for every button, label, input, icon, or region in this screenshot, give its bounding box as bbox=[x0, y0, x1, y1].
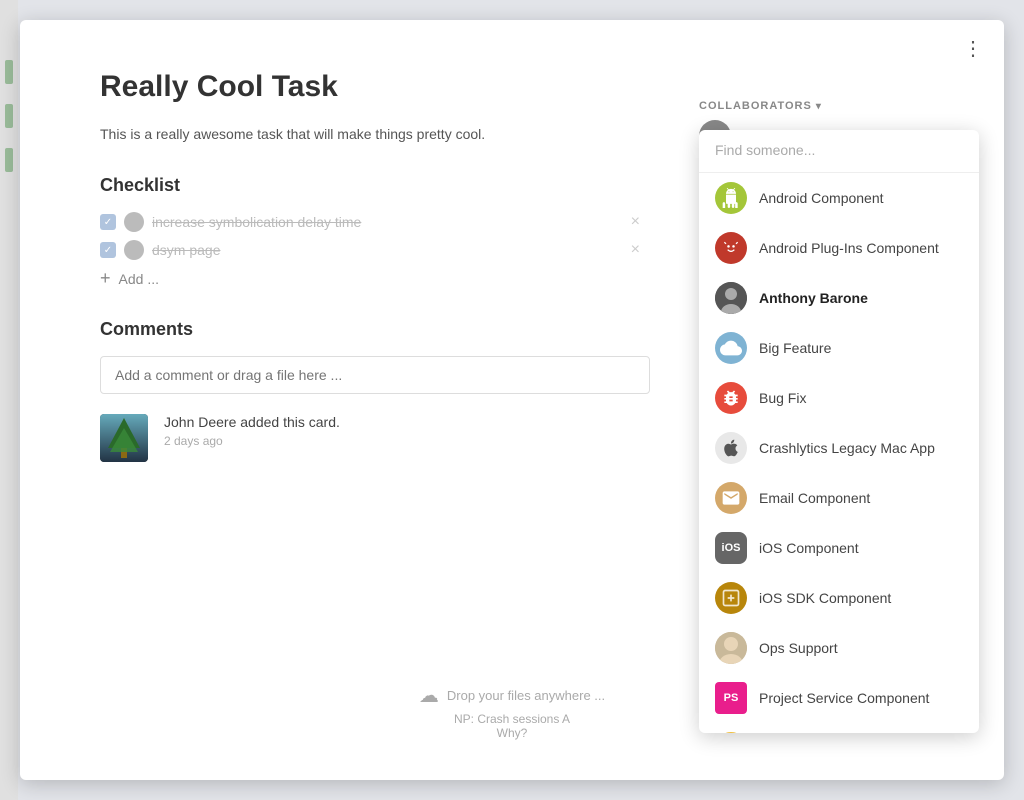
collaborator-icon-project: PS bbox=[715, 682, 747, 714]
drop-files-area: ☁ Drop your files anywhere ... NP: Crash… bbox=[419, 683, 605, 740]
collaborator-item-crashlytics[interactable]: Crashlytics Legacy Mac App bbox=[699, 423, 979, 473]
collaborator-label-android-plugins: Android Plug-Ins Component bbox=[759, 240, 939, 256]
collaborator-label-ios: iOS Component bbox=[759, 540, 859, 556]
card-panel: ⋮ Really Cool Task This is a really awes… bbox=[20, 20, 1004, 780]
drop-files-text: Drop your files anywhere ... bbox=[447, 688, 605, 703]
comments-section: Comments John Deere added this card. bbox=[100, 319, 640, 462]
collaborators-header: COLLABORATORS ▾ bbox=[699, 100, 979, 112]
checkbox-2[interactable] bbox=[100, 242, 116, 258]
checkbox-1[interactable] bbox=[100, 214, 116, 230]
collaborator-icon-ios-sdk bbox=[715, 582, 747, 614]
collaborator-label-ops: Ops Support bbox=[759, 640, 838, 656]
collaborator-icon-small-win: 🏆 bbox=[715, 732, 747, 733]
collaborators-chevron[interactable]: ▾ bbox=[816, 101, 822, 112]
collaborator-icon-anthony bbox=[715, 282, 747, 314]
bottom-note2: Why? bbox=[419, 726, 605, 740]
collaborator-icon-android bbox=[715, 182, 747, 214]
collaborator-label-project: Project Service Component bbox=[759, 690, 929, 706]
three-dots-menu[interactable]: ⋮ bbox=[963, 36, 984, 61]
comment-time: 2 days ago bbox=[164, 434, 640, 448]
collaborators-dropdown: Android Component Android Plug-Ins Compo… bbox=[699, 130, 979, 733]
collaborator-icon-ops bbox=[715, 632, 747, 664]
collaborator-item-anthony[interactable]: Anthony Barone bbox=[699, 273, 979, 323]
collaborator-item-email[interactable]: Email Component bbox=[699, 473, 979, 523]
collaborator-icon-crashlytics bbox=[715, 432, 747, 464]
collaborator-item-ops[interactable]: Ops Support bbox=[699, 623, 979, 673]
collaborators-label: COLLABORATORS bbox=[699, 100, 812, 112]
bottom-note1: NP: Crash sessions A bbox=[419, 712, 605, 726]
collaborator-label-bug-fix: Bug Fix bbox=[759, 390, 806, 406]
collaborator-icon-big-feature bbox=[715, 332, 747, 364]
collaborator-icon-bug-fix bbox=[715, 382, 747, 414]
remove-item-2[interactable]: × bbox=[631, 241, 640, 259]
collaborator-item-ios[interactable]: iOS iOS Component bbox=[699, 523, 979, 573]
collaborator-label-email: Email Component bbox=[759, 490, 870, 506]
checklist-title: Checklist bbox=[100, 175, 640, 196]
add-checklist-item[interactable]: + Add ... bbox=[100, 268, 640, 289]
collaborator-label-anthony: Anthony Barone bbox=[759, 290, 868, 306]
collaborator-item-android-plugins[interactable]: Android Plug-Ins Component bbox=[699, 223, 979, 273]
comment-avatar bbox=[100, 414, 148, 462]
plus-icon: + bbox=[100, 268, 111, 289]
comment-text: John Deere added this card. 2 days ago bbox=[164, 414, 640, 448]
comments-title: Comments bbox=[100, 319, 640, 340]
comment-entry-1: John Deere added this card. 2 days ago bbox=[100, 414, 640, 462]
task-description: This is a really awesome task that will … bbox=[100, 124, 640, 145]
collaborator-icon-ios: iOS bbox=[715, 532, 747, 564]
checklist-item-2: dsym page × bbox=[100, 240, 640, 260]
assignee-avatar-2 bbox=[124, 240, 144, 260]
task-title: Really Cool Task bbox=[100, 70, 640, 104]
add-item-label: Add ... bbox=[119, 271, 159, 287]
checklist-item-text-1: increase symbolication delay time bbox=[152, 214, 623, 230]
collaborator-label-ios-sdk: iOS SDK Component bbox=[759, 590, 891, 606]
collaborator-item-ios-sdk[interactable]: iOS SDK Component bbox=[699, 573, 979, 623]
main-content: Really Cool Task This is a really awesom… bbox=[20, 20, 700, 502]
comment-input[interactable] bbox=[100, 356, 650, 394]
collaborator-label-big-feature: Big Feature bbox=[759, 340, 831, 356]
collaborator-item-small-win[interactable]: 🏆 Small Win bbox=[699, 723, 979, 733]
collaborator-item-big-feature[interactable]: Big Feature bbox=[699, 323, 979, 373]
collaborator-item-project[interactable]: PS Project Service Component bbox=[699, 673, 979, 723]
assignee-avatar-1 bbox=[124, 212, 144, 232]
collaborator-item-bug-fix[interactable]: Bug Fix bbox=[699, 373, 979, 423]
collaborator-label-crashlytics: Crashlytics Legacy Mac App bbox=[759, 440, 935, 456]
remove-item-1[interactable]: × bbox=[631, 213, 640, 231]
collaborators-search-input[interactable] bbox=[715, 142, 963, 158]
comment-author: John Deere added this card. bbox=[164, 414, 640, 430]
left-edge bbox=[0, 0, 18, 800]
dropdown-search-container bbox=[699, 130, 979, 173]
collaborator-item-android[interactable]: Android Component bbox=[699, 173, 979, 223]
collaborator-icon-android-plugins bbox=[715, 232, 747, 264]
collaborators-list: Android Component Android Plug-Ins Compo… bbox=[699, 173, 979, 733]
cloud-icon: ☁ bbox=[419, 683, 439, 708]
collaborator-icon-email bbox=[715, 482, 747, 514]
checklist-item-1: increase symbolication delay time × bbox=[100, 212, 640, 232]
checklist-item-text-2: dsym page bbox=[152, 242, 623, 258]
collaborator-label-android: Android Component bbox=[759, 190, 884, 206]
